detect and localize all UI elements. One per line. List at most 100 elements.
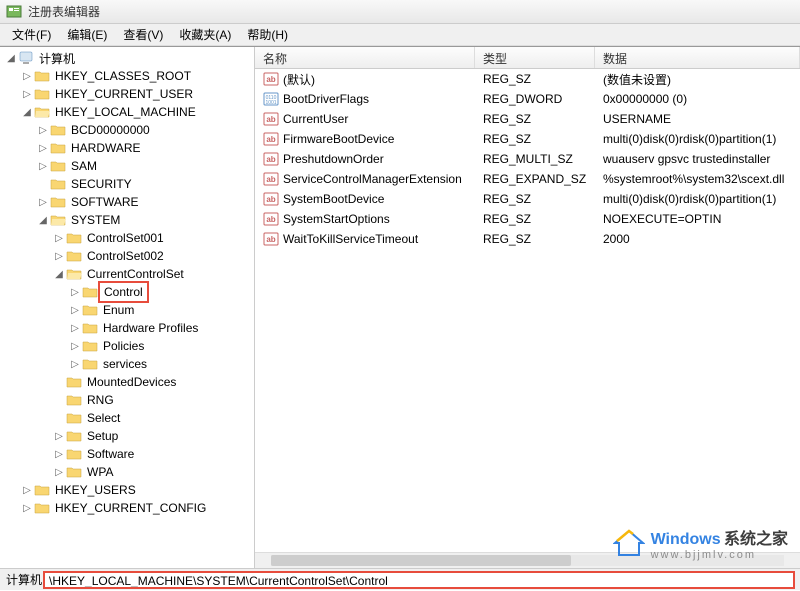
cell-data: multi(0)disk(0)rdisk(0)partition(1): [595, 130, 800, 148]
tree-node-hku[interactable]: ▷ HKEY_USERS: [0, 481, 254, 499]
window-title: 注册表编辑器: [28, 3, 100, 20]
tree-node[interactable]: ▷ SAM: [0, 157, 254, 175]
scroll-thumb[interactable]: [271, 555, 571, 566]
tree-node-control[interactable]: ▷ Control: [0, 283, 254, 301]
tree-node-ccs[interactable]: ◢ CurrentControlSet: [0, 265, 254, 283]
list-row[interactable]: abFirmwareBootDeviceREG_SZmulti(0)disk(0…: [255, 129, 800, 149]
tree-node[interactable]: ▷ Hardware Profiles: [0, 319, 254, 337]
list-row[interactable]: abServiceControlManagerExtensionREG_EXPA…: [255, 169, 800, 189]
list-row[interactable]: abSystemBootDeviceREG_SZmulti(0)disk(0)r…: [255, 189, 800, 209]
expander-icon[interactable]: ▷: [36, 141, 50, 155]
tree-node[interactable]: ▷ Setup: [0, 427, 254, 445]
tree-panel[interactable]: ◢ 计算机 ▷ HKEY_CLASSES_ROOT ▷ HKEY_CURRENT…: [0, 47, 255, 568]
expander-icon[interactable]: ▷: [20, 87, 34, 101]
list-row[interactable]: abPreshutdownOrderREG_MULTI_SZwuauserv g…: [255, 149, 800, 169]
tree-label: 计算机: [37, 49, 77, 68]
expander-icon[interactable]: [52, 375, 66, 389]
menu-file[interactable]: 文件(F): [4, 24, 59, 45]
expander-icon[interactable]: ◢: [4, 51, 18, 65]
tree-node[interactable]: ▷ BCD00000000: [0, 121, 254, 139]
tree-label: CurrentControlSet: [85, 266, 186, 282]
expander-icon[interactable]: ▷: [68, 339, 82, 353]
cell-data: (数值未设置): [595, 69, 800, 90]
expander-icon[interactable]: ▷: [52, 447, 66, 461]
menu-edit[interactable]: 编辑(E): [59, 24, 115, 45]
tree-label: Software: [85, 446, 136, 462]
content-area: ◢ 计算机 ▷ HKEY_CLASSES_ROOT ▷ HKEY_CURRENT…: [0, 46, 800, 568]
tree-node[interactable]: ▷ Software: [0, 445, 254, 463]
folder-icon: [82, 285, 98, 299]
list-row[interactable]: ab(默认)REG_SZ(数值未设置): [255, 69, 800, 89]
expander-icon[interactable]: ▷: [20, 69, 34, 83]
expander-icon[interactable]: ▷: [68, 285, 82, 299]
column-header-data[interactable]: 数据: [595, 47, 800, 68]
tree-label: ControlSet001: [85, 230, 166, 246]
value-name: SystemStartOptions: [283, 212, 390, 226]
cell-name: abFirmwareBootDevice: [255, 129, 475, 149]
expander-icon[interactable]: ▷: [20, 483, 34, 497]
tree-node[interactable]: ▷ ControlSet001: [0, 229, 254, 247]
horizontal-scrollbar[interactable]: [255, 552, 800, 568]
cell-data: multi(0)disk(0)rdisk(0)partition(1): [595, 190, 800, 208]
tree-label: SYSTEM: [69, 212, 122, 228]
expander-icon[interactable]: ▷: [36, 159, 50, 173]
menu-help[interactable]: 帮助(H): [239, 24, 296, 45]
tree-node[interactable]: ▷ ControlSet002: [0, 247, 254, 265]
cell-name: ab(默认): [255, 69, 475, 90]
expander-icon[interactable]: ▷: [52, 429, 66, 443]
cell-type: REG_SZ: [475, 230, 595, 248]
tree-node-hkcr[interactable]: ▷ HKEY_CLASSES_ROOT: [0, 67, 254, 85]
list-row[interactable]: abCurrentUserREG_SZUSERNAME: [255, 109, 800, 129]
list-row[interactable]: abWaitToKillServiceTimeoutREG_SZ2000: [255, 229, 800, 249]
tree-node[interactable]: ▷ Policies: [0, 337, 254, 355]
string-value-icon: ab: [263, 191, 279, 207]
list-row[interactable]: 01101001BootDriverFlagsREG_DWORD0x000000…: [255, 89, 800, 109]
value-name: CurrentUser: [283, 112, 348, 126]
expander-icon[interactable]: [36, 177, 50, 191]
column-header-type[interactable]: 类型: [475, 47, 595, 68]
list-row[interactable]: abSystemStartOptionsREG_SZ NOEXECUTE=OPT…: [255, 209, 800, 229]
expander-icon[interactable]: ◢: [36, 213, 50, 227]
tree-node[interactable]: ▷ services: [0, 355, 254, 373]
menu-favorites[interactable]: 收藏夹(A): [171, 24, 239, 45]
column-header-name[interactable]: 名称: [255, 47, 475, 68]
expander-icon[interactable]: ◢: [52, 267, 66, 281]
expander-icon[interactable]: ▷: [52, 465, 66, 479]
cell-type: REG_DWORD: [475, 90, 595, 108]
expander-icon[interactable]: ▷: [52, 231, 66, 245]
cell-name: abPreshutdownOrder: [255, 149, 475, 169]
list-body[interactable]: ab(默认)REG_SZ(数值未设置)01101001BootDriverFla…: [255, 69, 800, 552]
expander-icon[interactable]: ▷: [36, 195, 50, 209]
tree-node-hkcc[interactable]: ▷ HKEY_CURRENT_CONFIG: [0, 499, 254, 517]
expander-icon[interactable]: ▷: [68, 303, 82, 317]
tree-label: HKEY_CLASSES_ROOT: [53, 68, 193, 84]
expander-icon[interactable]: ▷: [36, 123, 50, 137]
tree-node[interactable]: MountedDevices: [0, 373, 254, 391]
svg-text:ab: ab: [266, 115, 275, 124]
tree-node[interactable]: ▷ HARDWARE: [0, 139, 254, 157]
expander-icon[interactable]: ◢: [20, 105, 34, 119]
expander-icon[interactable]: ▷: [20, 501, 34, 515]
tree-node[interactable]: RNG: [0, 391, 254, 409]
svg-text:ab: ab: [266, 175, 275, 184]
expander-icon[interactable]: ▷: [52, 249, 66, 263]
tree-node-hklm[interactable]: ◢ HKEY_LOCAL_MACHINE: [0, 103, 254, 121]
folder-icon: [50, 177, 66, 191]
tree-node[interactable]: SECURITY: [0, 175, 254, 193]
tree-label: Policies: [101, 338, 146, 354]
folder-icon: [82, 303, 98, 317]
folder-icon: [82, 321, 98, 335]
tree-node-system[interactable]: ◢ SYSTEM: [0, 211, 254, 229]
tree-node-hkcu[interactable]: ▷ HKEY_CURRENT_USER: [0, 85, 254, 103]
menu-view[interactable]: 查看(V): [115, 24, 171, 45]
tree-node[interactable]: ▷ WPA: [0, 463, 254, 481]
tree-node[interactable]: Select: [0, 409, 254, 427]
tree-node[interactable]: ▷ Enum: [0, 301, 254, 319]
expander-icon[interactable]: ▷: [68, 357, 82, 371]
tree-node[interactable]: ▷ SOFTWARE: [0, 193, 254, 211]
expander-icon[interactable]: [52, 411, 66, 425]
tree-node-computer[interactable]: ◢ 计算机: [0, 49, 254, 67]
cell-data: 2000: [595, 230, 800, 248]
expander-icon[interactable]: [52, 393, 66, 407]
expander-icon[interactable]: ▷: [68, 321, 82, 335]
